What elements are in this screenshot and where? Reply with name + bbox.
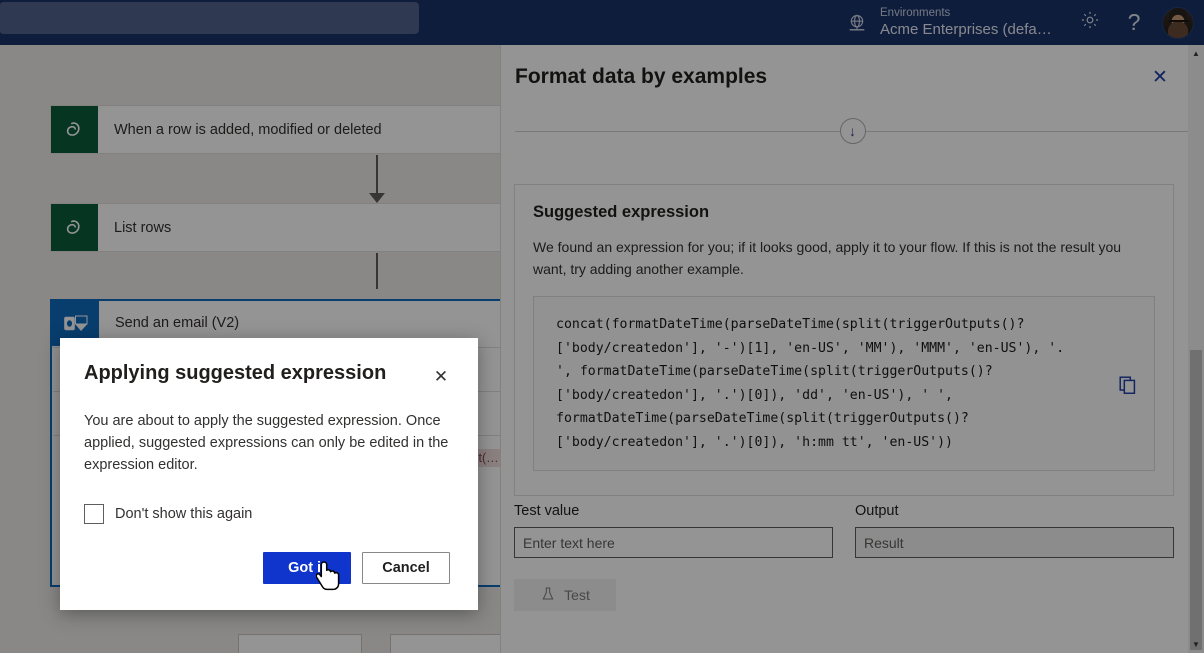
- close-icon: ✕: [433, 367, 449, 386]
- flow-arrow-icon: [369, 193, 385, 203]
- dialog-header: Applying suggested expression ✕: [60, 338, 478, 390]
- flow-card-label: List rows: [114, 219, 172, 236]
- test-value-column: Test value: [514, 503, 833, 558]
- dataverse-icon: [51, 106, 98, 153]
- canvas-button-left[interactable]: [238, 634, 362, 653]
- flow-connector: [376, 155, 378, 193]
- scrollbar-down-button[interactable]: ▼: [1188, 636, 1204, 653]
- format-data-by-examples-panel: Format data by examples ✕ ↓ Suggested ex…: [500, 45, 1204, 653]
- output-column: Output: [855, 503, 1174, 558]
- help-button[interactable]: ?: [1112, 0, 1156, 45]
- question-mark-icon: ?: [1127, 9, 1141, 35]
- panel-close-button[interactable]: ✕: [1146, 63, 1174, 91]
- dont-show-again-row[interactable]: Don't show this again: [60, 476, 478, 524]
- environment-value: Acme Enterprises (defa…: [880, 20, 1052, 38]
- expression-code-wrapper: concat(formatDateTime(parseDateTime(spli…: [533, 296, 1155, 471]
- test-output-row: Test value Output: [514, 503, 1174, 558]
- dont-show-again-label: Don't show this again: [115, 506, 253, 522]
- dialog-title: Applying suggested expression: [84, 362, 387, 384]
- expression-code-box[interactable]: concat(formatDateTime(parseDateTime(spli…: [533, 296, 1155, 471]
- copy-expression-button[interactable]: [1117, 374, 1139, 396]
- page-title: Format data by examples: [515, 65, 768, 88]
- flask-icon: [540, 586, 556, 605]
- globe-icon: [836, 0, 878, 45]
- settings-button[interactable]: [1068, 0, 1112, 45]
- scrollbar-thumb[interactable]: [1190, 350, 1202, 650]
- copy-icon: [1117, 376, 1139, 400]
- output-field: [855, 527, 1174, 558]
- panel-header: Format data by examples ✕: [501, 45, 1204, 109]
- caret-down-icon: ▼: [1192, 640, 1200, 649]
- dialog-actions: Got it Cancel: [263, 552, 450, 584]
- scrollbar-up-button[interactable]: ▲: [1188, 45, 1204, 62]
- dont-show-again-checkbox[interactable]: [84, 504, 104, 524]
- app-root: Environments Acme Enterprises (defa… ? W…: [0, 0, 1204, 653]
- topbar-right-cluster: Environments Acme Enterprises (defa… ?: [836, 0, 1204, 45]
- flow-card-trigger[interactable]: When a row is added, modified or deleted: [50, 105, 510, 154]
- environment-selector[interactable]: Environments Acme Enterprises (defa…: [878, 6, 1068, 40]
- canvas-button-right[interactable]: [390, 634, 514, 653]
- got-it-button[interactable]: Got it: [263, 552, 351, 584]
- collapse-examples-button[interactable]: ↓: [839, 118, 866, 144]
- avatar[interactable]: [1162, 6, 1194, 39]
- flow-card-label: Send an email (V2): [115, 315, 240, 331]
- close-icon: ✕: [1152, 66, 1168, 88]
- suggested-expression-description: We found an expression for you; if it lo…: [533, 239, 1122, 277]
- expression-code-text: concat(formatDateTime(parseDateTime(spli…: [556, 317, 1073, 450]
- global-search-input[interactable]: [0, 2, 419, 34]
- test-button[interactable]: Test: [514, 579, 616, 611]
- flow-card-label: When a row is added, modified or deleted: [114, 121, 382, 138]
- dialog-close-button[interactable]: ✕: [428, 364, 454, 390]
- suggested-expression-section: Suggested expression We found an express…: [514, 184, 1174, 496]
- gear-icon: [1079, 9, 1101, 36]
- test-value-label: Test value: [514, 503, 580, 519]
- panel-scrollbar[interactable]: ▲ ▼: [1188, 45, 1204, 653]
- output-label: Output: [855, 503, 899, 519]
- suggested-expression-heading: Suggested expression: [533, 203, 710, 221]
- caret-up-icon: ▲: [1192, 49, 1200, 58]
- top-navigation-bar: Environments Acme Enterprises (defa… ?: [0, 0, 1204, 45]
- cancel-button[interactable]: Cancel: [362, 552, 450, 584]
- arrow-down-icon: ↓: [849, 123, 856, 139]
- panel-collapse-divider: ↓: [515, 109, 1190, 153]
- dataverse-icon: [51, 204, 98, 251]
- test-value-input[interactable]: [514, 527, 833, 558]
- applying-suggested-expression-dialog: Applying suggested expression ✕ You are …: [60, 338, 478, 610]
- environment-label: Environments: [880, 6, 951, 19]
- flow-card-list-rows[interactable]: List rows: [50, 203, 510, 252]
- flow-connector: [376, 253, 378, 289]
- dialog-body-text: You are about to apply the suggested exp…: [84, 413, 449, 473]
- canvas-bottom-buttons: [238, 634, 514, 653]
- test-button-label: Test: [564, 587, 590, 603]
